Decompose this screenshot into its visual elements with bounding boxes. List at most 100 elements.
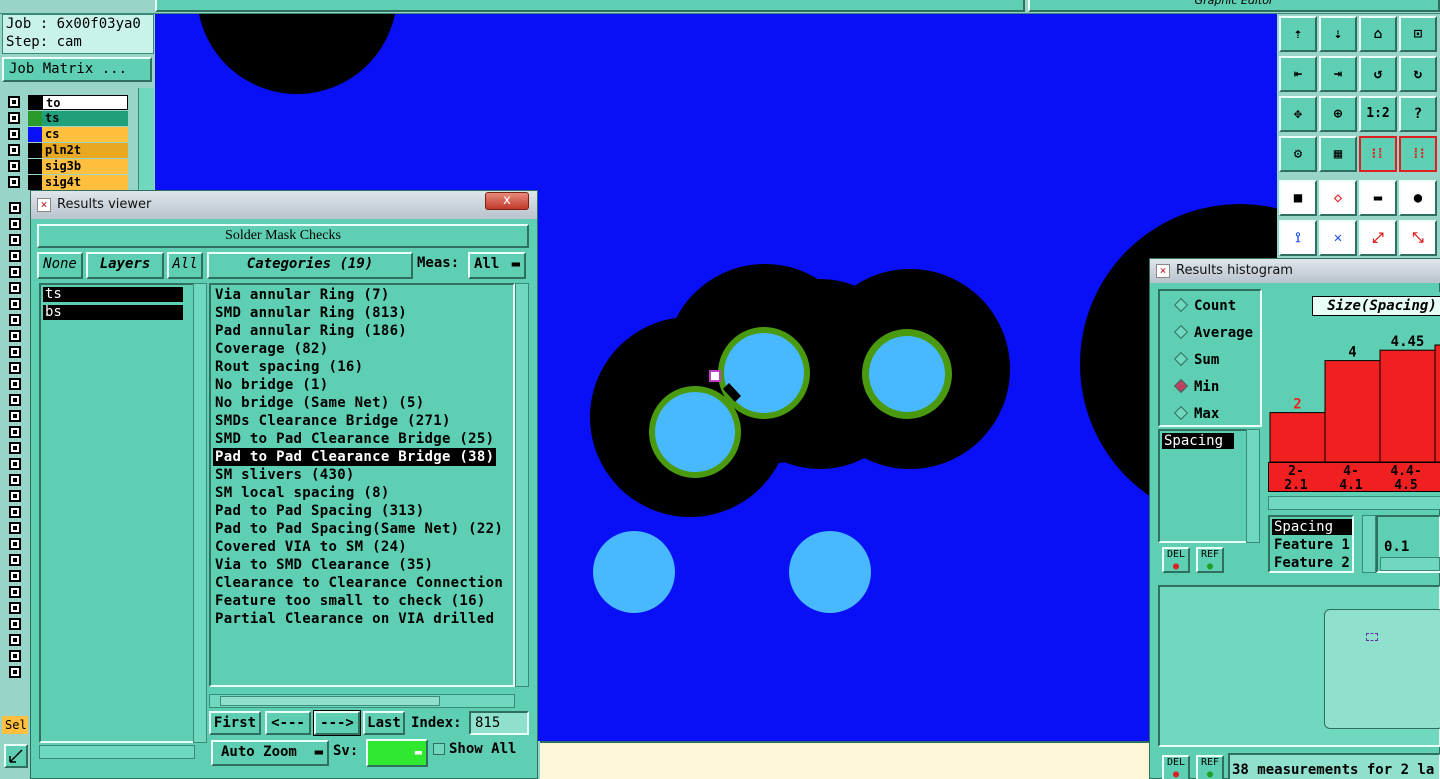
option-max[interactable]: Max — [1173, 405, 1219, 423]
option-count[interactable]: Count — [1173, 297, 1236, 315]
all-button[interactable]: All — [167, 252, 203, 279]
layers-button[interactable]: Layers — [86, 252, 164, 279]
list-item[interactable]: Pad to Pad Spacing (313) — [215, 502, 425, 520]
zoom-home-icon[interactable]: ⇡ — [1279, 16, 1317, 52]
list-item[interactable]: Via annular Ring (7) — [215, 286, 390, 304]
list-item[interactable]: Spacing — [1272, 519, 1352, 535]
pan-right-icon[interactable]: ⇥ — [1319, 56, 1357, 92]
histogram-bar[interactable] — [1434, 344, 1440, 462]
layer-checkbox[interactable] — [9, 666, 21, 678]
layer-checkbox[interactable] — [8, 160, 20, 172]
histogram-bar[interactable] — [1379, 349, 1436, 462]
grid-icon[interactable]: ▦ — [1319, 136, 1357, 172]
layer-row[interactable]: pln2t — [4, 143, 134, 158]
prev-button[interactable]: <--- — [265, 711, 311, 735]
option-average[interactable]: Average — [1173, 324, 1253, 342]
measure-list-scrollbar[interactable] — [1246, 429, 1260, 543]
list-item-selected[interactable]: Pad to Pad Clearance Bridge (38) — [213, 448, 497, 466]
layer-row[interactable]: cs — [4, 127, 134, 142]
layers-hscrollbar[interactable] — [39, 745, 195, 759]
categories-scrollbar[interactable] — [515, 283, 529, 687]
list-item[interactable]: Feature too small to check (16) — [215, 592, 486, 610]
snap-point-icon[interactable]: ● — [1399, 180, 1437, 216]
list-item[interactable]: SMD annular Ring (813) — [215, 304, 407, 322]
layer-checkbox[interactable] — [9, 410, 21, 422]
none-button[interactable]: None — [37, 252, 83, 279]
layer-checkbox[interactable] — [9, 586, 21, 598]
list-item[interactable]: Feature 2 — [1272, 555, 1350, 571]
cross-icon[interactable]: ✕ — [1319, 220, 1357, 256]
index-input[interactable]: 815 — [469, 711, 529, 735]
layer-checkbox[interactable] — [9, 298, 21, 310]
list-item[interactable]: SMD to Pad Clearance Bridge (25) — [215, 430, 494, 448]
measure-line-icon[interactable]: ⤡ — [1399, 220, 1437, 256]
list-item[interactable]: Spacing — [1162, 433, 1234, 449]
layer-checkbox[interactable] — [9, 602, 21, 614]
layer-checkbox[interactable] — [9, 490, 21, 502]
redo-view-icon[interactable]: ↻ — [1399, 56, 1437, 92]
list-item[interactable]: SM local spacing (8) — [215, 484, 390, 502]
list-item[interactable]: Partial Clearance on VIA drilled — [215, 610, 494, 628]
del-button[interactable]: DEL ● — [1162, 755, 1190, 779]
layer-checkbox[interactable] — [8, 112, 20, 124]
list-item[interactable]: Rout spacing (16) — [215, 358, 363, 376]
layer-list-scrollbar[interactable] — [138, 88, 154, 198]
layer-row[interactable]: sig3b — [4, 159, 134, 174]
histogram-bar[interactable] — [1269, 412, 1326, 462]
list-item[interactable]: No bridge (1) — [215, 376, 328, 394]
layer-checkbox[interactable] — [9, 202, 21, 214]
layer-checkbox[interactable] — [9, 330, 21, 342]
layer-checkbox[interactable] — [9, 394, 21, 406]
ref-button[interactable]: REF ● — [1196, 755, 1224, 779]
measure-point-icon[interactable]: ⤢ — [1359, 220, 1397, 256]
layers-scrollbar[interactable] — [193, 283, 207, 743]
connect-icon[interactable]: ⟟ — [1279, 220, 1317, 256]
layer-checkbox[interactable] — [9, 522, 21, 534]
help-icon[interactable]: ? — [1399, 96, 1437, 132]
auto-zoom-dropdown[interactable]: Auto Zoom ▬ — [211, 740, 329, 766]
list-item[interactable]: Pad annular Ring (186) — [215, 322, 407, 340]
layer-checkbox[interactable] — [9, 346, 21, 358]
next-button[interactable]: ---> — [313, 710, 361, 736]
field-list-scrollbar[interactable] — [1362, 515, 1376, 573]
histogram-bar[interactable] — [1324, 360, 1381, 462]
layer-checkbox[interactable] — [9, 218, 21, 230]
undo-view-icon[interactable]: ↺ — [1359, 56, 1397, 92]
ref-button[interactable]: REF ● — [1196, 547, 1224, 573]
list-item[interactable]: Covered VIA to SM (24) — [215, 538, 407, 556]
list-item[interactable]: Clearance to Clearance Connection — [215, 574, 503, 592]
first-button[interactable]: First — [209, 711, 261, 735]
fit-all-icon[interactable]: ✥ — [1279, 96, 1317, 132]
layer-checkbox[interactable] — [8, 128, 20, 140]
settings-icon[interactable]: ⚙ — [1279, 136, 1317, 172]
job-matrix-button[interactable]: Job Matrix ... — [2, 57, 152, 82]
layer-checkbox[interactable] — [9, 618, 21, 630]
pan-left-icon[interactable]: ⇤ — [1279, 56, 1317, 92]
last-button[interactable]: Last — [363, 711, 405, 735]
list-item[interactable]: ts — [43, 287, 183, 302]
layer-checkbox[interactable] — [9, 442, 21, 454]
select-area-icon[interactable]: ◇ — [1319, 180, 1357, 216]
bin-size-slider[interactable] — [1380, 557, 1440, 571]
categories-hscrollbar[interactable] — [209, 694, 515, 708]
layer-checkbox[interactable] — [8, 144, 20, 156]
zoom-down-icon[interactable]: ⇣ — [1319, 16, 1357, 52]
window-view-icon[interactable]: ⊡ — [1399, 16, 1437, 52]
net-connect-icon[interactable]: ⁞⁝ — [1399, 136, 1437, 172]
close-button[interactable]: x — [485, 192, 529, 210]
layer-checkbox[interactable] — [8, 176, 20, 188]
layer-checkbox[interactable] — [9, 378, 21, 390]
layer-row[interactable]: ts — [4, 111, 134, 126]
list-item[interactable]: bs — [43, 305, 183, 320]
layer-checkbox[interactable] — [8, 96, 20, 108]
list-item[interactable]: Pad to Pad Spacing(Same Net) (22) — [215, 520, 503, 538]
meas-dropdown[interactable]: All ▬ — [468, 252, 526, 279]
list-item[interactable]: SMDs Clearance Bridge (271) — [215, 412, 451, 430]
list-item[interactable]: SM slivers (430) — [215, 466, 355, 484]
del-button[interactable]: DEL ● — [1162, 547, 1190, 573]
layer-row[interactable]: to — [4, 95, 134, 110]
net-highlight-icon[interactable]: ⁝⁞ — [1359, 136, 1397, 172]
layer-checkbox[interactable] — [9, 650, 21, 662]
layer-checkbox[interactable] — [9, 314, 21, 326]
list-item[interactable]: Coverage (82) — [215, 340, 328, 358]
